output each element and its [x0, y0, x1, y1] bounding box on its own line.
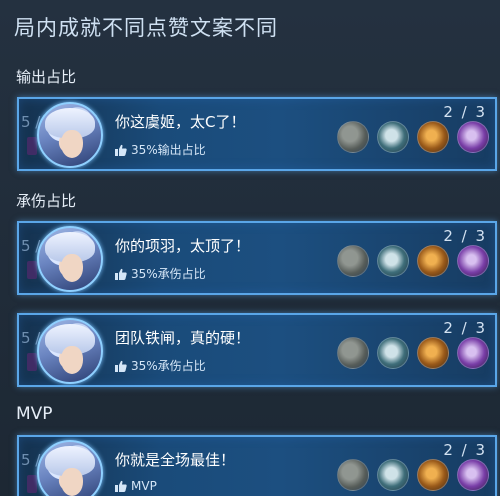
hero-avatar: [37, 226, 103, 292]
stat-text: MVP: [131, 479, 157, 493]
stat-text: 35%输出占比: [131, 143, 206, 157]
praise-message: 团队铁闸，真的硬！: [115, 329, 251, 347]
magic-item-icon: [457, 337, 489, 369]
shield-item-icon: [377, 245, 409, 277]
stat-text: 35%承伤占比: [131, 359, 206, 373]
fire-item-icon: [417, 245, 449, 277]
stat-text: 35%承伤占比: [131, 267, 206, 281]
boots-item-icon: [337, 121, 369, 153]
thumbs-up-icon: [115, 144, 127, 156]
ghost-bar: [27, 475, 37, 493]
boots-item-icon: [337, 459, 369, 491]
fire-item-icon: [417, 121, 449, 153]
praise-message: 你就是全场最佳！: [115, 451, 236, 469]
boots-item-icon: [337, 245, 369, 277]
item-list: [337, 459, 489, 491]
fire-item-icon: [417, 337, 449, 369]
thumbs-up-icon: [115, 480, 127, 492]
page-title: 局内成就不同点赞文案不同: [14, 16, 278, 40]
score-text: 2 / 3: [443, 441, 487, 459]
item-list: [337, 245, 489, 277]
magic-item-icon: [457, 245, 489, 277]
score-text: 2 / 3: [443, 103, 487, 121]
page: 局内成就不同点赞文案不同 输出占比 5 / 你这虞姬，太C了！ 35%输出占比 …: [0, 0, 500, 496]
section-label-mvp: MVP: [16, 404, 53, 424]
praise-stat: 35%承伤占比: [115, 265, 206, 282]
praise-card-tank-2[interactable]: 5 / 团队铁闸，真的硬！ 35%承伤占比 2 / 3: [17, 313, 497, 387]
magic-item-icon: [457, 459, 489, 491]
thumbs-up-icon: [115, 360, 127, 372]
score-text: 2 / 3: [443, 227, 487, 245]
hero-avatar: [37, 440, 103, 496]
item-list: [337, 337, 489, 369]
praise-stat: 35%承伤占比: [115, 357, 206, 374]
praise-card-tank-1[interactable]: 5 / 你的项羽，太顶了！ 35%承伤占比 2 / 3: [17, 221, 497, 295]
shield-item-icon: [377, 459, 409, 491]
ghost-bar: [27, 353, 37, 371]
praise-message: 你这虞姬，太C了！: [115, 113, 246, 131]
score-text: 2 / 3: [443, 319, 487, 337]
shield-item-icon: [377, 121, 409, 153]
section-label-output-share: 输出占比: [16, 68, 77, 86]
ghost-bar: [27, 137, 37, 155]
ghost-bar: [27, 261, 37, 279]
praise-stat: 35%输出占比: [115, 141, 206, 158]
section-label-damage-taken-share: 承伤占比: [16, 192, 77, 210]
hero-avatar: [37, 102, 103, 168]
boots-item-icon: [337, 337, 369, 369]
item-list: [337, 121, 489, 153]
praise-card-output[interactable]: 5 / 你这虞姬，太C了！ 35%输出占比 2 / 3: [17, 97, 497, 171]
thumbs-up-icon: [115, 268, 127, 280]
praise-stat: MVP: [115, 479, 157, 493]
praise-message: 你的项羽，太顶了！: [115, 237, 251, 255]
hero-avatar: [37, 318, 103, 384]
shield-item-icon: [377, 337, 409, 369]
fire-item-icon: [417, 459, 449, 491]
praise-card-mvp[interactable]: 5 / 你就是全场最佳！ MVP 2 / 3: [17, 435, 497, 496]
magic-item-icon: [457, 121, 489, 153]
